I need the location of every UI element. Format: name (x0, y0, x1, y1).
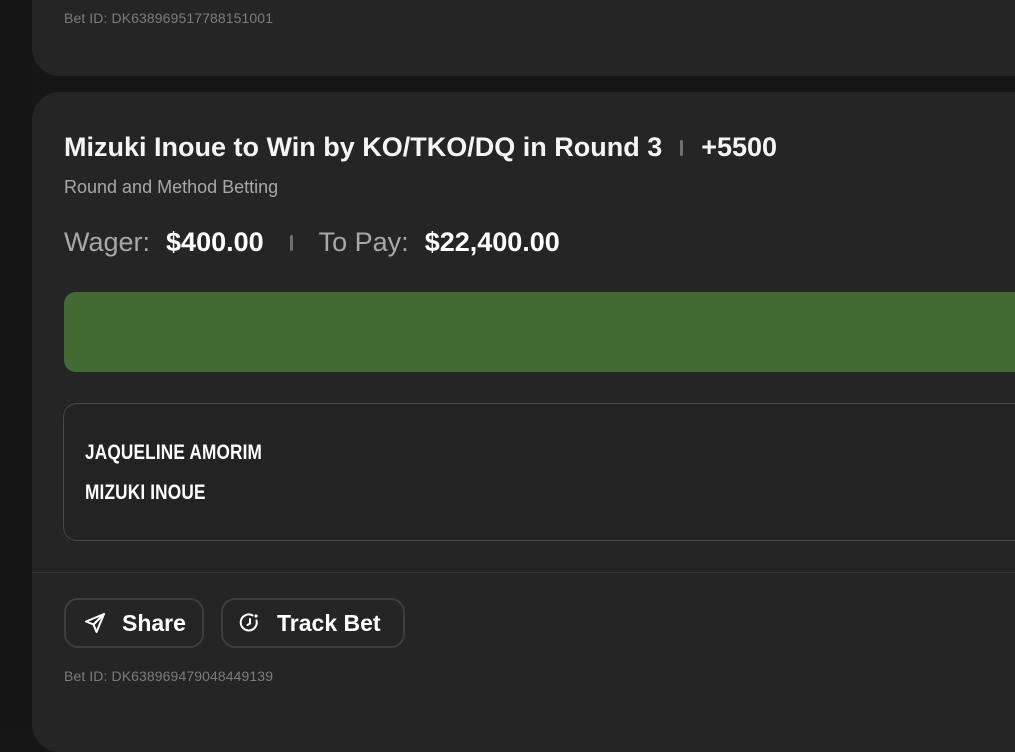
left-edge-strip (0, 0, 32, 726)
track-bet-label: Track Bet (277, 609, 381, 636)
share-button[interactable]: Share (64, 598, 204, 648)
bet-title-row: Mizuki Inoue to Win by KO/TKO/DQ in Roun… (64, 132, 777, 163)
send-icon (82, 610, 108, 636)
previous-bet-card: Bet ID: DK638969517788151001 (32, 0, 1015, 76)
title-separator (680, 139, 684, 156)
bet-selection: Mizuki Inoue to Win by KO/TKO/DQ in Roun… (64, 132, 663, 162)
bet-card: Mizuki Inoue to Win by KO/TKO/DQ in Roun… (32, 92, 1015, 752)
to-pay-label: To Pay: (318, 227, 409, 257)
wager-label: Wager: (64, 227, 151, 257)
bet-id: Bet ID: DK638969479048449139 (64, 668, 274, 684)
track-bet-button[interactable]: Track Bet (221, 598, 405, 648)
fighter-2: MIZUKI INOUE (85, 481, 206, 504)
to-pay-value: $22,400.00 (424, 227, 560, 257)
bet-status-bar (64, 292, 1015, 372)
wager-value: $400.00 (166, 227, 264, 257)
previous-bet-id: Bet ID: DK638969517788151001 (64, 10, 274, 26)
bet-market: Round and Method Betting (64, 177, 279, 197)
track-icon (237, 610, 263, 636)
share-label: Share (122, 609, 186, 636)
bet-odds: +5500 (701, 132, 778, 162)
card-divider (32, 572, 1015, 573)
wager-separator (289, 234, 293, 251)
fighter-1: JAQUELINE AMORIM (85, 441, 263, 464)
wager-row: Wager: $400.00 To Pay: $22,400.00 (64, 227, 560, 258)
fight-matchup[interactable]: JAQUELINE AMORIM MIZUKI INOUE (63, 403, 1015, 541)
